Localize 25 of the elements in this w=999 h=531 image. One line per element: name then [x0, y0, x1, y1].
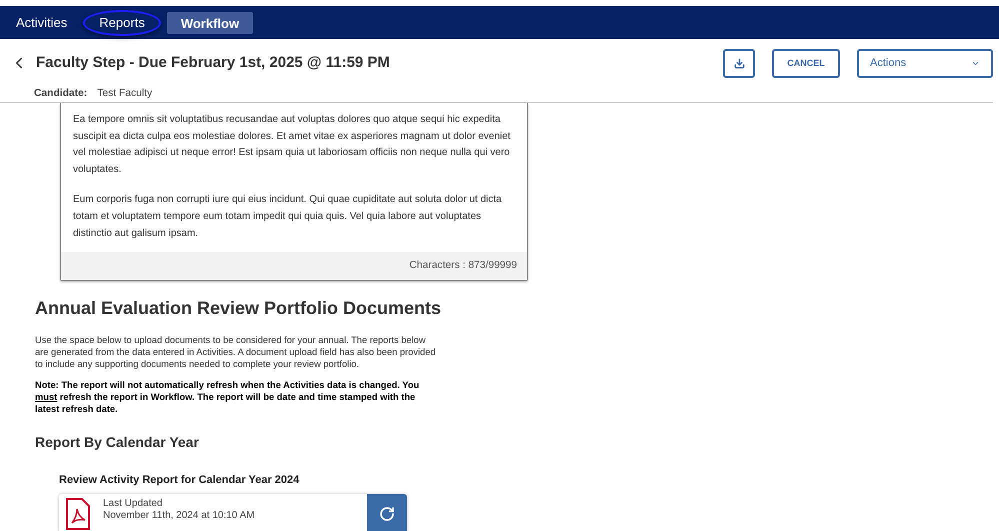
- page-title: Faculty Step - Due February 1st, 2025 @ 11:59 PM: [36, 53, 390, 73]
- text-editor[interactable]: [60, 103, 528, 282]
- character-counter: Characters : 873/99999: [409, 259, 517, 274]
- candidate-name: Test Faculty: [97, 86, 152, 100]
- nav-tab[interactable]: Workflow: [166, 12, 254, 34]
- cancel-button[interactable]: CANCEL: [772, 49, 840, 78]
- chevron-down-icon: [971, 59, 980, 68]
- download-icon: [734, 58, 744, 69]
- last-updated-label: Last Updated: [103, 498, 164, 510]
- note-text: Note: The report will not automatically refresh when the Activities data is changed. You must refresh the report in Workflow. The report will be date and time stamped with the latest refresh date.: [35, 379, 420, 416]
- nav-tab[interactable]: Activities: [6, 10, 78, 36]
- section-title: Annual Evaluation Review Portfolio Documents: [35, 297, 442, 320]
- intro-text: Use the space below to upload documents to be considered for your annual. The reports below are generated from the data entered in Activities. A document upload field has also been provided to include any supporting documents needed to complete your review portfolio.: [35, 334, 437, 370]
- pdf-file-icon: [65, 498, 91, 530]
- refresh-icon: [379, 506, 395, 522]
- last-updated-date: November 11th, 2024 at 10:10 AM: [103, 510, 255, 522]
- editor-paragraph: Eum corporis fuga non corrupti iure qui eius incidunt. Qui quae cupiditate aut soluta dolor ut dicta totam et voluptatem tempore eum totam impedit qui quia quis. Vel quia labore aut voluptates distinctio aut galisum ipsam.: [73, 193, 503, 241]
- nav-tab[interactable]: Reports: [83, 10, 161, 36]
- download-button[interactable]: [723, 49, 755, 78]
- editor-paragraph: Ea tempore omnis sit voluptatibus recusandae aut voluptas dolores quo atque sequi hic expedita suscipit ea dicta culpa eos molestiae dolores. Et amet vitae ex asperiores magnam ut dolor eveniet vel molestiae adipisci ut neque error! Est ipsam quia ut laboriosam officiis non neque nulla qui vero voluptates.: [73, 113, 512, 177]
- subsection-title: Report By Calendar Year: [35, 433, 200, 452]
- report-title: Review Activity Report for Calendar Year 2024: [59, 473, 300, 488]
- actions-dropdown[interactable]: Actions: [857, 49, 993, 78]
- refresh-button[interactable]: [367, 494, 407, 531]
- candidate-label: Candidate:: [34, 86, 88, 100]
